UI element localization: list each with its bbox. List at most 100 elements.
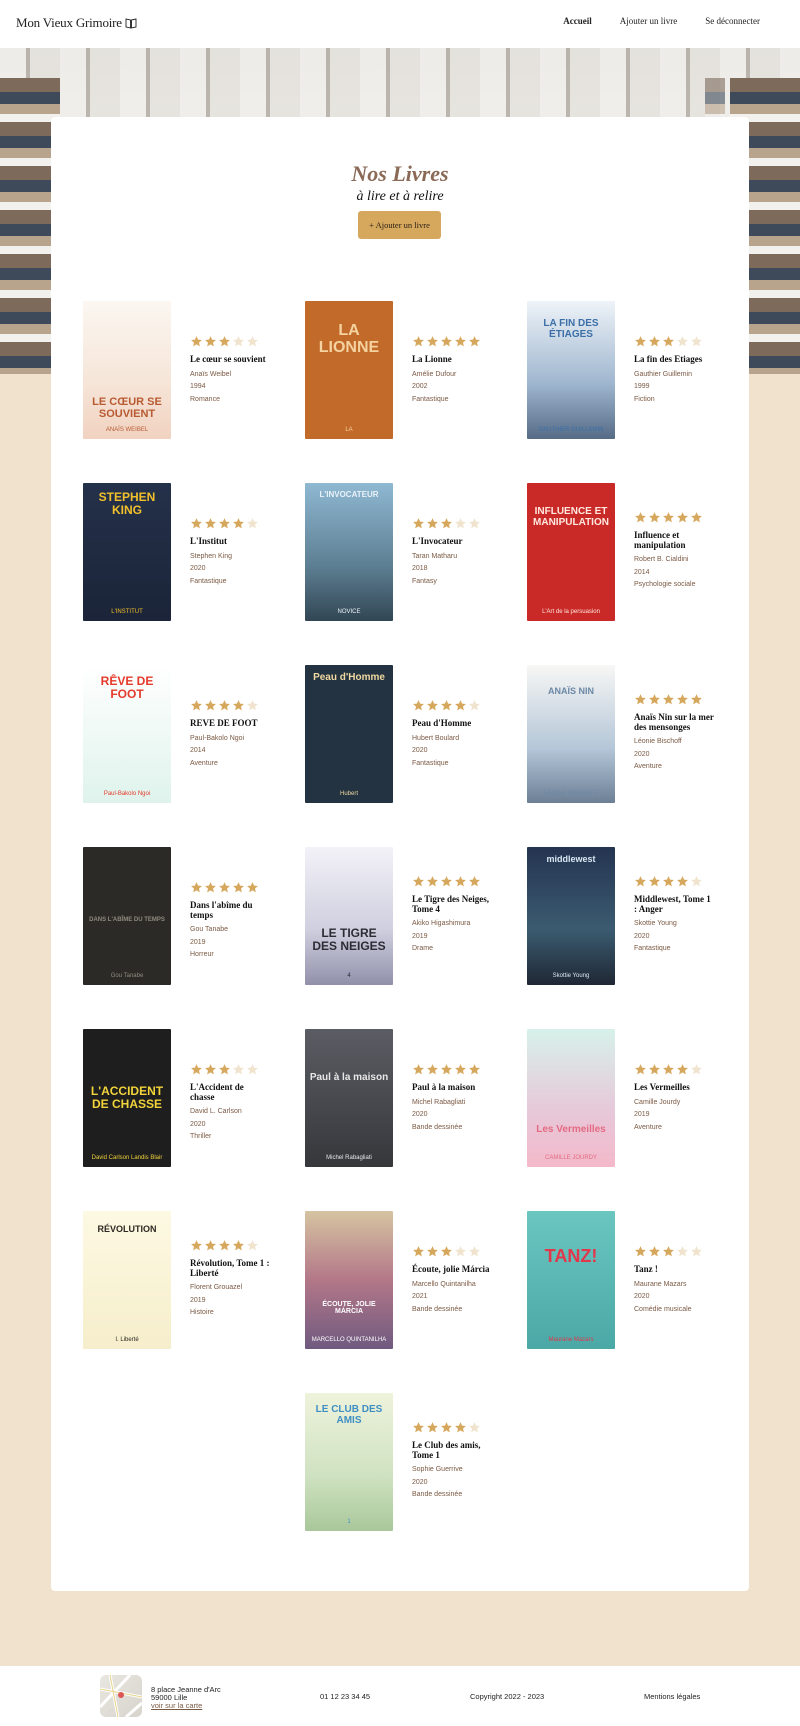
book-card[interactable]: DANS L'ABÎME DU TEMPS Gou Tanabe Dans l'ab…	[83, 847, 293, 987]
rating-stars	[412, 699, 492, 712]
star-icon	[455, 336, 466, 347]
book-card[interactable]: ÉCOUTE, JOLIE MÁRCIA MARCELLO QUINTANILHA…	[305, 1211, 515, 1351]
book-cover-image[interactable]: LE CLUB DES AMIS 1	[305, 1393, 393, 1531]
book-card[interactable]: Paul à la maison Michel Rabagliati Paul à …	[305, 1029, 515, 1169]
book-genre: Psychologie sociale	[634, 581, 696, 588]
book-cover-image[interactable]: TANZ! Maurane Mazars	[527, 1211, 615, 1349]
book-cover-image[interactable]: L'ACCIDENT DE CHASSE David Carlson Landis…	[83, 1029, 171, 1167]
cover-author: LA	[345, 427, 353, 433]
book-cover-image[interactable]: middlewest Skottie Young	[527, 847, 615, 985]
star-icon	[191, 518, 202, 529]
book-info: Les Vermeilles Camille Jourdy 2019 Aventure	[634, 1063, 714, 1134]
star-icon	[691, 1246, 702, 1257]
book-title: Le Club des amis, Tome 1	[412, 1440, 481, 1460]
book-card[interactable]: TANZ! Maurane Mazars Tanz ! Maurane Mazars 2…	[527, 1211, 737, 1351]
book-cover-image[interactable]: STEPHEN KING L'INSTITUT	[83, 483, 171, 621]
star-icon	[677, 1064, 688, 1075]
book-info: Révolution, Tome 1 : Liberté Florent Grou…	[190, 1239, 270, 1320]
book-title: Anaïs Nin sur la mer des mensonges	[634, 712, 714, 732]
book-title: La Lionne	[412, 354, 452, 364]
book-card[interactable]: STEPHEN KING L'INSTITUT L'Institut Stephen …	[83, 483, 293, 623]
book-card[interactable]: L'ACCIDENT DE CHASSE David Carlson Landis…	[83, 1029, 293, 1169]
book-title: Tanz !	[634, 1264, 658, 1274]
book-card[interactable]: LE TIGRE DES NEIGES 4 Le Tigre des Neiges,…	[305, 847, 515, 987]
book-genre: Aventure	[190, 759, 218, 767]
book-cover-image[interactable]: Les Vermeilles CAMILLE JOURDY	[527, 1029, 615, 1167]
book-meta: Maurane Mazars 2020 Comédie musicale	[634, 1279, 714, 1317]
book-cover-image[interactable]: L'INVOCATEUR NOVICE	[305, 483, 393, 621]
star-icon	[191, 1064, 202, 1075]
book-year: 1994	[190, 383, 206, 390]
book-title: REVE DE FOOT	[190, 718, 258, 728]
star-icon	[663, 1064, 674, 1075]
book-card[interactable]: RÊVE DE FOOT Paul-Bakolo Ngoi REVE DE FOOT…	[83, 665, 293, 805]
star-icon	[205, 882, 216, 893]
star-icon	[247, 1240, 258, 1251]
star-icon	[233, 1240, 244, 1251]
book-meta: Hubert Boulard 2020 Fantastique	[412, 733, 492, 771]
book-cover-image[interactable]: Peau d'Homme Hubert	[305, 665, 393, 803]
book-card[interactable]: INFLUENCE ET MANIPULATION L'Art de la per…	[527, 483, 737, 623]
book-info: Dans l'abîme du temps Gou Tanabe 2019 Horre…	[190, 881, 270, 962]
book-year: 2020	[190, 565, 206, 572]
book-meta: Michel Rabagliati 2020 Bande dessinée	[412, 1097, 492, 1135]
map-thumbnail[interactable]	[100, 1675, 142, 1717]
star-icon	[427, 336, 438, 347]
book-cover-image[interactable]: ÉCOUTE, JOLIE MÁRCIA MARCELLO QUINTANILHA	[305, 1211, 393, 1349]
book-genre: Thriller	[190, 1133, 212, 1140]
book-card[interactable]: LA LIONNE LA La Lionne Amélie Dufour 2002 Fan…	[305, 301, 515, 441]
book-cover-image[interactable]: DANS L'ABÎME DU TEMPS Gou Tanabe	[83, 847, 171, 985]
star-icon	[413, 1246, 424, 1257]
book-cover-image[interactable]: LE TIGRE DES NEIGES 4	[305, 847, 393, 985]
book-title: L'Invocateur	[412, 536, 463, 546]
nav-add-book-link[interactable]: Ajouter un livre	[620, 16, 678, 26]
book-card[interactable]: LA FIN DES ÉTIAGES GAUTHIER GUILLEMIN La f…	[527, 301, 737, 441]
book-genre: Drame	[412, 945, 434, 952]
book-card[interactable]: Les Vermeilles CAMILLE JOURDY Les Vermeill…	[527, 1029, 737, 1169]
book-card[interactable]: L'INVOCATEUR NOVICE L'Invocateur Taran Math…	[305, 483, 515, 623]
cover-author: L'INSTITUT	[111, 609, 143, 615]
book-cover-image[interactable]: INFLUENCE ET MANIPULATION L'Art de la per…	[527, 483, 615, 621]
book-card[interactable]: LE CLUB DES AMIS 1 Le Club des amis, Tome …	[305, 1393, 515, 1533]
site-logo[interactable]: Mon Vieux Grimoire	[16, 15, 137, 31]
book-meta: David L. Carlson 2020 Thriller	[190, 1106, 270, 1144]
book-card[interactable]: middlewest Skottie Young Middlewest, Tome …	[527, 847, 737, 987]
book-cover-image[interactable]: LA FIN DES ÉTIAGES GAUTHIER GUILLEMIN	[527, 301, 615, 439]
book-cover-image[interactable]: ANAÏS NIN LÉONIE BISCHOFF	[527, 665, 615, 803]
rating-stars	[412, 335, 492, 348]
legal-notice-link[interactable]: Mentions légales	[644, 1692, 700, 1701]
book-card[interactable]: RÉVOLUTION I. Liberté Révolution, Tome 1 :…	[83, 1211, 293, 1351]
cover-author: 4	[347, 973, 351, 979]
nav-home-link[interactable]: Accueil	[563, 16, 592, 26]
cover-author: I. Liberté	[115, 1337, 139, 1343]
book-card[interactable]: Peau d'Homme Hubert Peau d'Homme Hubert Bou…	[305, 665, 515, 805]
map-link[interactable]: voir sur la carte	[151, 1701, 202, 1710]
rating-stars	[634, 1245, 714, 1258]
star-icon	[441, 1422, 452, 1433]
nav-logout-link[interactable]: Se déconnecter	[705, 16, 760, 26]
star-icon	[191, 1240, 202, 1251]
book-year: 1999	[634, 383, 650, 390]
star-icon	[635, 694, 646, 705]
rating-stars	[412, 517, 492, 530]
book-genre: Horreur	[190, 951, 214, 958]
book-cover-image[interactable]: RÊVE DE FOOT Paul-Bakolo Ngoi	[83, 665, 171, 803]
star-icon	[635, 336, 646, 347]
book-cover-image[interactable]: LE CŒUR SE SOUVIENT ANAÏS WEIBEL	[83, 301, 171, 439]
book-cover-image[interactable]: RÉVOLUTION I. Liberté	[83, 1211, 171, 1349]
star-icon	[441, 700, 452, 711]
star-icon	[233, 518, 244, 529]
add-book-button[interactable]: + Ajouter un livre	[358, 211, 441, 239]
book-card[interactable]: ANAÏS NIN LÉONIE BISCHOFF Anaïs Nin sur la…	[527, 665, 737, 805]
book-info: Tanz ! Maurane Mazars 2020 Comédie musicale	[634, 1245, 714, 1316]
book-year: 2020	[412, 1111, 428, 1118]
book-cover-image[interactable]: LA LIONNE LA	[305, 301, 393, 439]
book-year: 2019	[634, 1111, 650, 1118]
star-icon	[649, 512, 660, 523]
star-icon	[233, 1064, 244, 1075]
star-icon	[427, 1064, 438, 1075]
book-cover-image[interactable]: Paul à la maison Michel Rabagliati	[305, 1029, 393, 1167]
book-card[interactable]: LE CŒUR SE SOUVIENT ANAÏS WEIBEL Le cœur s…	[83, 301, 293, 441]
cover-title: Paul à la maison	[309, 1072, 389, 1083]
star-icon	[219, 1064, 230, 1075]
